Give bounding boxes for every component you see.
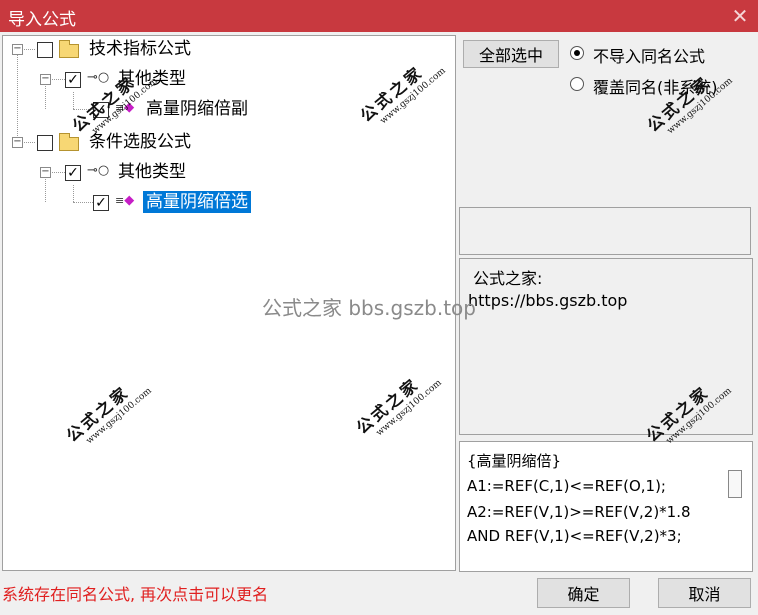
formula-gem-icon: ≡◆ (115, 193, 135, 208)
tree-checkbox[interactable]: ✓ (93, 195, 109, 211)
empty-panel (459, 207, 751, 255)
tree-node-formula-xuan[interactable]: ✓ ≡◆ 高量阴缩倍选 (3, 191, 455, 215)
folder-icon (59, 133, 79, 151)
key-icon: ⊸○ (87, 163, 110, 178)
tree-node-label: 其他类型 (118, 162, 186, 182)
code-line: AND REF(V,1)<=REF(V,2)*3; (467, 527, 682, 545)
tree-node-stock-screening-formulas[interactable]: − 条件选股公式 (3, 131, 455, 155)
radio-no-import-label[interactable]: 不导入同名公式 (593, 43, 705, 67)
tree-node-indicator-formulas[interactable]: − 技术指标公式 (3, 38, 455, 62)
formula-gem-icon: ≡◆ (115, 100, 135, 115)
tree-node-label-selected: 高量阴缩倍选 (143, 191, 251, 213)
collapse-icon[interactable]: − (40, 74, 51, 85)
info-box: 公式之家: https://bbs.gszb.top (459, 258, 753, 435)
info-url: https://bbs.gszb.top (468, 291, 628, 310)
collapse-icon[interactable]: − (12, 44, 23, 55)
radio-overwrite[interactable] (570, 77, 584, 91)
window-title: 导入公式 (8, 10, 76, 30)
code-line: A2:=REF(V,1)>=REF(V,2)*1.8 (467, 503, 691, 521)
collapse-icon[interactable]: − (12, 137, 23, 148)
tree-checkbox[interactable]: ✓ (65, 72, 81, 88)
cancel-button[interactable]: 取消 (658, 578, 751, 608)
tree-checkbox[interactable] (37, 42, 53, 58)
close-icon[interactable]: ✕ (726, 2, 754, 30)
tree-node-formula-fu[interactable]: ✓ ≡◆ 高量阴缩倍副 (3, 98, 455, 122)
tree-node-label: 高量阴缩倍副 (146, 99, 248, 119)
formula-tree[interactable]: − 技术指标公式 − ✓ ⊸○ 其他类型 ✓ ≡◆ 高量阴缩倍副 − 条件选股公… (2, 35, 456, 571)
title-bar: 导入公式 ✕ (0, 0, 758, 32)
tree-checkbox[interactable] (37, 135, 53, 151)
status-message: 系统存在同名公式, 再次点击可以更名 (2, 585, 269, 604)
code-line: A1:=REF(C,1)<=REF(O,1); (467, 477, 666, 495)
tree-node-other-types[interactable]: − ✓ ⊸○ 其他类型 (3, 68, 455, 92)
scrollbar-thumb[interactable] (728, 470, 742, 498)
tree-node-label: 条件选股公式 (89, 132, 191, 152)
tree-node-label: 其他类型 (118, 69, 186, 89)
tree-node-other-types-2[interactable]: − ✓ ⊸○ 其他类型 (3, 161, 455, 185)
info-title: 公式之家: (473, 269, 543, 288)
tree-checkbox[interactable]: ✓ (93, 102, 109, 118)
select-all-button[interactable]: 全部选中 (463, 40, 559, 68)
folder-icon (59, 40, 79, 58)
formula-code-preview[interactable]: {高量阴缩倍} A1:=REF(C,1)<=REF(O,1); A2:=REF(… (459, 441, 753, 572)
radio-no-import[interactable] (570, 46, 584, 60)
tree-checkbox[interactable]: ✓ (65, 165, 81, 181)
radio-overwrite-label[interactable]: 覆盖同名(非系统) (593, 74, 718, 98)
ok-button[interactable]: 确定 (537, 578, 630, 608)
code-line: {高量阴缩倍} (467, 452, 562, 470)
collapse-icon[interactable]: − (40, 167, 51, 178)
key-icon: ⊸○ (87, 70, 110, 85)
tree-node-label: 技术指标公式 (89, 39, 191, 59)
